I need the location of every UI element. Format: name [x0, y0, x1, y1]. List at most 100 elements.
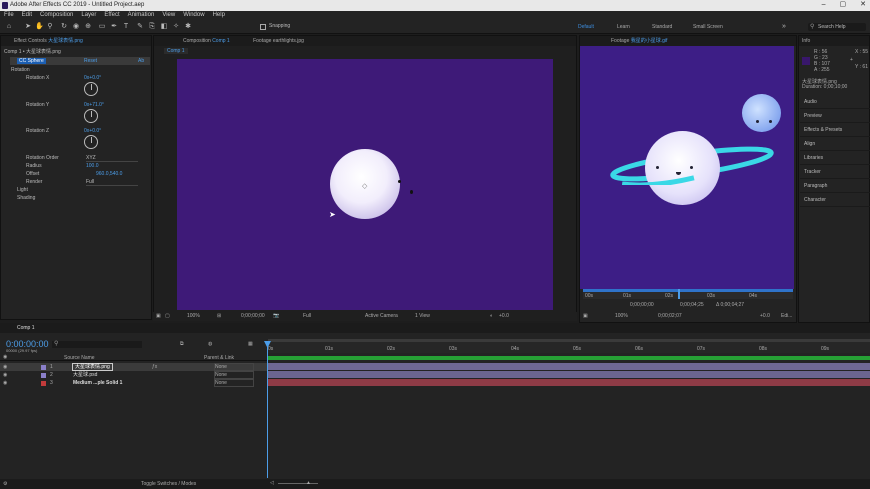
layer-search-input[interactable]: ⚲ — [52, 341, 142, 348]
reset-button[interactable]: Reset — [84, 58, 97, 64]
mask-tool-icon[interactable]: ▭ — [98, 23, 106, 31]
exposure-value[interactable]: +0.0 — [499, 313, 509, 319]
timeline-ruler[interactable] — [268, 339, 870, 353]
camera-select[interactable]: Active Camera — [365, 313, 398, 319]
comp-breadcrumb-tab[interactable]: Comp 1 — [164, 48, 188, 54]
workspace-standard[interactable]: Standard — [652, 24, 672, 30]
grid-icon[interactable]: ⊞ — [217, 313, 221, 319]
composition-tab-label[interactable]: Composition — [157, 38, 211, 44]
camera-tool-icon[interactable]: ◉ — [72, 23, 80, 31]
timeline-tab[interactable]: Comp 1 — [0, 323, 870, 333]
maximize-button[interactable]: ▢ — [840, 0, 847, 11]
light-group[interactable]: Light — [17, 186, 28, 194]
footage-earthlights-tab[interactable]: Footage earthlights.jpg — [231, 38, 304, 44]
footage-zoom-select[interactable]: 100% — [615, 313, 628, 319]
panel-libraries[interactable]: Libraries — [800, 151, 870, 165]
layer-row[interactable]: ◉ 3 Medium ...ple Solid 1 None — [0, 379, 267, 387]
effect-controls-tab[interactable]: Effect Controls 大星球表情.png — [1, 36, 151, 46]
menu-animation[interactable]: Animation — [128, 11, 155, 20]
source-name-header[interactable]: Source Name — [64, 355, 95, 361]
layer-name[interactable]: 大星球.psd — [73, 371, 97, 379]
shading-group[interactable]: Shading — [17, 194, 35, 202]
parent-link-header[interactable]: Parent & Link — [204, 355, 234, 361]
zoom-out-icon[interactable]: ◁ — [270, 480, 274, 486]
selection-tool-icon[interactable]: ➤ — [24, 23, 32, 31]
roto-brush-tool-icon[interactable]: ✧ — [172, 23, 180, 31]
offset-value[interactable]: 960.0,540.0 — [96, 170, 122, 178]
menu-edit[interactable]: Edit — [22, 11, 32, 20]
motion-blur-icon[interactable]: ◍ — [208, 341, 212, 347]
hand-tool-icon[interactable]: ✋ — [35, 23, 44, 31]
label-color-swatch[interactable] — [41, 373, 46, 378]
home-icon[interactable]: ⌂ — [5, 23, 13, 31]
layer-duration-bar[interactable] — [268, 363, 870, 370]
workspace-learn[interactable]: Learn — [617, 24, 630, 30]
footage-exposure-value[interactable]: +0.0 — [760, 313, 770, 319]
comp-timecode[interactable]: 0;00;00;00 — [241, 313, 265, 319]
pan-behind-tool-icon[interactable]: ⊕ — [84, 23, 92, 31]
panel-preview[interactable]: Preview — [800, 109, 870, 123]
puppet-tool-icon[interactable]: ✱ — [184, 23, 192, 31]
snapping-checkbox[interactable] — [260, 24, 266, 30]
menu-layer[interactable]: Layer — [81, 11, 96, 20]
effect-header[interactable]: CC Sphere Reset Ab — [10, 57, 150, 65]
panel-audio[interactable]: Audio — [800, 95, 870, 109]
always-preview-icon[interactable]: ▣ — [156, 313, 161, 319]
rotation-z-dial[interactable] — [84, 135, 98, 149]
eraser-tool-icon[interactable]: ◧ — [160, 23, 168, 31]
footage-tab[interactable]: Footage 我星的小星球.gif — [580, 36, 796, 46]
eye-icon[interactable]: ◉ — [3, 371, 7, 379]
render-select[interactable]: Full — [86, 178, 138, 186]
parent-select[interactable]: None — [214, 379, 254, 387]
zoom-select[interactable]: 100% — [187, 313, 200, 319]
zoom-in-icon[interactable]: ▲ — [306, 480, 311, 486]
search-help-field[interactable]: ⚲ Search Help — [808, 23, 866, 31]
rotation-group[interactable]: Rotation — [11, 66, 30, 74]
label-color-swatch[interactable] — [41, 365, 46, 370]
expand-workspaces-icon[interactable]: » — [780, 23, 788, 31]
type-tool-icon[interactable]: T — [122, 23, 130, 31]
rotation-y-value[interactable]: 0x+71.0° — [84, 101, 104, 109]
in-point-timecode[interactable]: 0;00;00;00 — [630, 302, 654, 308]
layer-duration-bar[interactable] — [268, 379, 870, 386]
toggle-switches-modes[interactable]: Toggle Switches / Modes — [141, 481, 196, 487]
graph-editor-icon[interactable]: ▦ — [248, 341, 253, 347]
layer-switches-icon[interactable]: ⚙ — [3, 481, 7, 487]
comp-flowchart-icon[interactable]: ⧉ — [180, 341, 184, 347]
work-area-bar[interactable] — [583, 289, 793, 292]
rotation-x-value[interactable]: 0x+0.0° — [84, 74, 101, 82]
resolution-select[interactable]: Full — [303, 313, 311, 319]
zoom-slider[interactable] — [278, 483, 318, 484]
zoom-tool-icon[interactable]: ⚲ — [46, 23, 54, 31]
menu-help[interactable]: Help — [213, 11, 225, 20]
layer-duration-bar[interactable] — [268, 371, 870, 378]
radius-value[interactable]: 100.0 — [86, 162, 99, 170]
layer-name[interactable]: 大星球表情.png — [72, 363, 113, 371]
rotate-tool-icon[interactable]: ↻ — [60, 23, 68, 31]
about-button[interactable]: Ab — [138, 58, 144, 64]
work-area-bar[interactable] — [268, 339, 870, 342]
layer-row[interactable]: ◉ 2 大星球.psd None — [0, 371, 267, 379]
footage-preview-icon[interactable]: ▣ — [583, 313, 588, 319]
panel-tracker[interactable]: Tracker — [800, 165, 870, 179]
mask-visibility-icon[interactable]: ▢ — [165, 313, 170, 319]
parent-select[interactable]: None — [214, 363, 254, 371]
pen-tool-icon[interactable]: ✒ — [110, 23, 118, 31]
fx-switch-icon[interactable]: ƒx — [152, 363, 157, 371]
panel-align[interactable]: Align — [800, 137, 870, 151]
rotation-z-value[interactable]: 0x+0.0° — [84, 127, 101, 135]
footage-playhead[interactable] — [678, 289, 680, 299]
footage-current-time[interactable]: 0;00;02;07 — [658, 313, 682, 319]
snapshot-icon[interactable]: 📷 — [273, 313, 279, 319]
views-select[interactable]: 1 View — [415, 313, 430, 319]
rotation-order-select[interactable]: XYZ — [86, 154, 138, 162]
parent-select[interactable]: None — [214, 371, 254, 379]
eye-icon[interactable]: ◉ — [3, 379, 7, 387]
layer-row[interactable]: ◉ 1 大星球表情.png ƒx None — [0, 363, 267, 371]
footage-time-ruler[interactable]: 00s 01s 02s 03s 04s — [583, 289, 793, 299]
menu-composition[interactable]: Composition — [40, 11, 73, 20]
panel-effects-presets[interactable]: Effects & Presets — [800, 123, 870, 137]
panel-paragraph[interactable]: Paragraph — [800, 179, 870, 193]
info-tab[interactable]: Info — [799, 36, 869, 46]
rotation-x-dial[interactable] — [84, 82, 98, 96]
